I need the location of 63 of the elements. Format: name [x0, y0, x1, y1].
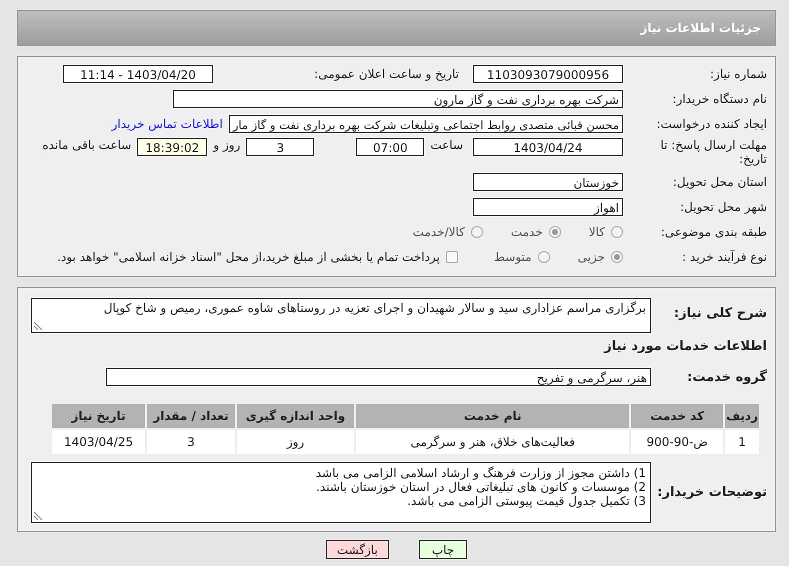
column-header: تعداد / مقدار [146, 403, 236, 429]
field-label: استان محل تحویل: [672, 175, 767, 189]
contact-link[interactable]: اطلاعات تماس خریدار [112, 117, 223, 131]
field-label: شماره نیاز: [709, 67, 767, 81]
notes-field[interactable]: 1) داشتن مجوز از وزارت فرهنگ و ارشاد اسلامی الزامی می باشد 2) موسسات و کانون های تبلیغاتی فعال در استان خوزستان باشند. 3) تکمیل جدول قیمت پیوستی الزامی می باشد. [31, 462, 651, 523]
field-label: شرح کلی نیاز: [672, 306, 767, 321]
field-label: مهلت ارسال پاسخ: تا تاریخ: [659, 138, 767, 166]
column-header: واحد اندازه گیری [236, 403, 356, 429]
resize-grip-icon[interactable] [34, 512, 42, 520]
radio-button[interactable] [538, 251, 550, 263]
field-value: 1403/04/24 [473, 138, 623, 156]
table-cell: روز [236, 429, 356, 455]
section-title: اطلاعات خدمات مورد نیاز [604, 339, 767, 354]
notes-line: 1) داشتن مجوز از وزارت فرهنگ و ارشاد اسلامی الزامی می باشد [314, 466, 646, 480]
time-label: ساعت [430, 138, 463, 152]
field-label: توضیحات خریدار: [657, 485, 767, 500]
field-label: نوع فرآیند خرید : [681, 250, 767, 264]
notes-line: 2) موسسات و کانون های تبلیغاتی فعال در استان خوزستان باشند. [315, 480, 646, 494]
field-label: شهر محل تحویل: [679, 200, 767, 214]
table-cell: 3 [146, 429, 236, 455]
print-button[interactable]: چاپ [418, 540, 468, 559]
description-text: برگزاری مراسم عزاداری سید و سالار شهیدان و اجرای تعزیه در روستاهای شاوه عموری، رمیص و شاخ کوپال [104, 301, 646, 315]
remaining-value: 18:39:02 [137, 138, 208, 156]
field-value: خوزستان [473, 173, 623, 191]
radio-button[interactable] [611, 226, 623, 238]
radio-button[interactable] [548, 226, 561, 238]
field-label: ایجاد کننده درخواست: [655, 117, 767, 131]
days-label: روز و [213, 138, 240, 152]
option-label: جزیی [578, 250, 605, 264]
option-label: متوسط [494, 250, 532, 264]
field-label: طبقه بندی موضوعی: [660, 225, 767, 239]
resize-grip-icon[interactable] [34, 322, 42, 330]
notes-line: 3) تکمیل جدول قیمت پیوستی الزامی می باشد. [406, 494, 646, 508]
field-value: هنر، سرگرمی و تفریح [106, 368, 651, 386]
checkbox[interactable] [446, 251, 458, 263]
table-cell: 1403/04/25 [51, 429, 146, 455]
field-label: نام دستگاه خریدار: [672, 92, 767, 106]
field-value: 1103093079000956 [473, 65, 623, 83]
time-value: 07:00 [356, 138, 424, 156]
option-label: کالا [588, 225, 605, 239]
column-header: ردیف [724, 403, 760, 429]
field-value: شرکت بهره برداری نفت و گاز مارون [173, 90, 623, 108]
option-label: کالا/خدمت [412, 225, 465, 239]
option-label: پرداخت تمام یا بخشی از مبلغ خرید،از محل "اسناد خزانه اسلامی" خواهد بود. [57, 250, 440, 264]
column-header: نام خدمت [355, 403, 630, 429]
table-cell: فعالیت‌های خلاق، هنر و سرگرمی [355, 429, 630, 455]
radio-button[interactable] [611, 251, 623, 263]
field-value: محسن قبائی متصدی روابط اجتماعی وتبلیغات شرکت بهره برداری نفت و گاز مار [228, 115, 623, 133]
column-header: تاریخ نیاز [51, 403, 146, 429]
remaining-label: ساعت باقی مانده [42, 138, 132, 152]
field-label: تاریخ و ساعت اعلان عمومی: [313, 67, 459, 81]
back-button[interactable]: بازگشت [326, 540, 389, 559]
table-cell: 1 [724, 429, 760, 455]
option-label: خدمت [510, 225, 543, 239]
field-label: گروه خدمت: [686, 370, 767, 384]
field-value: اهواز [473, 198, 623, 216]
radio-button[interactable] [470, 226, 483, 238]
header-title: جزئیات اطلاعات نیاز [640, 21, 761, 35]
days-value: 3 [246, 138, 314, 156]
column-header: کد خدمت [630, 403, 724, 429]
table-cell: ض-90-900 [630, 429, 724, 455]
description-field[interactable]: برگزاری مراسم عزاداری سید و سالار شهیدان و اجرای تعزیه در روستاهای شاوه عموری، رمیص و شاخ کوپال [31, 298, 651, 333]
field-value: 1403/04/20 - 11:14 [63, 65, 213, 83]
